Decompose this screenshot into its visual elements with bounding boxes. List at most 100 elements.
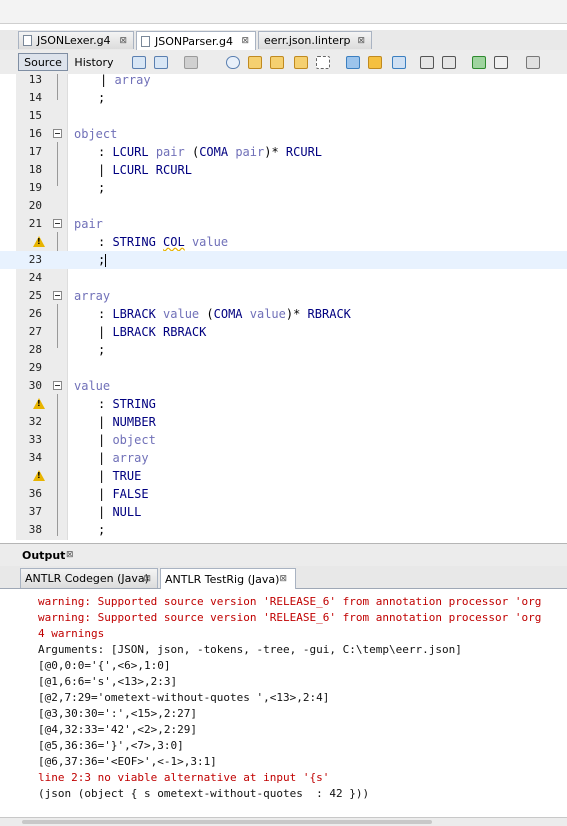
warning-icon[interactable] — [33, 398, 45, 409]
code-line: | TRUE — [0, 467, 567, 485]
tab-antlr-testrig[interactable]: ANTLR TestRig (Java) ⊠ — [160, 568, 296, 589]
code-text: | array — [100, 74, 151, 87]
rule-name: pair — [74, 217, 103, 231]
output-line: warning: Supported source version 'RELEA… — [38, 595, 542, 608]
fold-toggle-icon[interactable] — [53, 219, 62, 228]
output-line: [@6,37:36='<EOF>',<-1>,3:1] — [38, 755, 217, 768]
close-icon[interactable]: ⊠ — [279, 574, 287, 584]
source-button[interactable]: Source — [18, 53, 68, 71]
close-icon[interactable]: ⊠ — [241, 36, 249, 46]
code-line-current: 23 ; — [0, 251, 567, 269]
code-line: 32 | NUMBER — [0, 413, 567, 431]
code-line: 34 | array — [0, 449, 567, 467]
line-number: 33 — [28, 433, 42, 446]
code-text: : STRING COL value — [98, 235, 229, 249]
tab-label: JSONParser.g4 — [155, 34, 234, 48]
code-line: 37 | NULL — [0, 503, 567, 521]
warning-icon[interactable] — [33, 470, 45, 481]
line-number: 36 — [28, 487, 42, 500]
window-top-strip — [0, 0, 567, 24]
code-text: ; — [98, 523, 106, 537]
output-line: [@4,32:33='42',<2>,2:29] — [38, 723, 197, 736]
tab-eerr-json-linterp[interactable]: eerr.json.linterp ⊠ — [258, 31, 372, 49]
close-icon[interactable]: ⊠ — [357, 36, 365, 46]
code-line: 38 ; — [0, 521, 567, 539]
uncomment-icon[interactable] — [494, 56, 508, 69]
line-number: 27 — [28, 325, 42, 338]
tab-jsonparser[interactable]: JSONParser.g4 ⊠ — [136, 31, 256, 50]
code-text: | TRUE — [98, 469, 142, 483]
output-line: [@2,7:29='ometext-without-quotes ',<13>,… — [38, 691, 330, 704]
close-icon[interactable]: ⊠ — [119, 36, 127, 46]
line-number: 21 — [28, 217, 42, 230]
code-line: 36 | FALSE — [0, 485, 567, 503]
tab-label: ANTLR Codegen (Java) — [25, 572, 149, 585]
find-next-icon[interactable] — [270, 56, 284, 69]
code-line: : STRING — [0, 395, 567, 413]
close-icon[interactable]: ⊠ — [143, 574, 151, 584]
code-line: 28 ; — [0, 341, 567, 359]
code-line: 21 pair — [0, 215, 567, 233]
fold-toggle-icon[interactable] — [53, 129, 62, 138]
macro-icon[interactable] — [526, 56, 540, 69]
last-edit-icon[interactable] — [184, 56, 198, 69]
text-caret — [105, 254, 107, 267]
output-line: line 2:3 no viable alternative at input … — [38, 771, 330, 784]
warning-icon[interactable] — [33, 236, 45, 247]
code-line: 16 object — [0, 125, 567, 143]
prev-bookmark-icon[interactable] — [346, 56, 360, 69]
output-title[interactable]: Output — [22, 549, 65, 562]
code-text: | array — [98, 451, 149, 465]
code-line: 27 | LBRACK RBRACK — [0, 323, 567, 341]
tab-antlr-codegen[interactable]: ANTLR Codegen (Java) ⊠ — [20, 568, 158, 588]
line-number: 30 — [28, 379, 42, 392]
code-text: ; — [98, 91, 106, 105]
line-number: 19 — [28, 181, 42, 194]
code-text: | NULL — [98, 505, 142, 519]
toggle-highlight-icon[interactable] — [294, 56, 308, 69]
output-line: 4 warnings — [38, 627, 105, 640]
shift-left-icon[interactable] — [420, 56, 434, 69]
rule-name: object — [74, 127, 118, 141]
output-line: [@5,36:36='}',<7>,3:0] — [38, 739, 184, 752]
output-line: [@0,0:0='{',<6>,1:0] — [38, 659, 171, 672]
tab-jsonlexer[interactable]: JSONLexer.g4 ⊠ — [18, 31, 134, 49]
forward-icon[interactable] — [154, 56, 168, 69]
output-line: warning: Supported source version 'RELEA… — [38, 611, 542, 624]
select-icon[interactable] — [316, 56, 330, 69]
code-line: : STRING COL value — [0, 233, 567, 251]
output-line: Arguments: [JSON, json, -tokens, -tree, … — [38, 643, 462, 656]
shift-right-icon[interactable] — [442, 56, 456, 69]
code-text: : LCURL pair (COMA pair)* RCURL — [98, 145, 323, 159]
output-console[interactable]: warning: Supported source version 'RELEA… — [0, 589, 567, 817]
tab-label: ANTLR TestRig (Java) — [165, 572, 280, 586]
output-line: (json (object { s ometext-without-quotes… — [38, 787, 370, 800]
file-icon — [141, 35, 150, 47]
scrollbar-thumb[interactable] — [22, 820, 432, 824]
fold-toggle-icon[interactable] — [53, 381, 62, 390]
code-line: 25 array — [0, 287, 567, 305]
back-icon[interactable] — [132, 56, 146, 69]
tab-label: eerr.json.linterp — [264, 34, 351, 47]
history-button[interactable]: History — [70, 53, 118, 71]
find-prev-icon[interactable] — [248, 56, 262, 69]
fold-toggle-icon[interactable] — [53, 291, 62, 300]
next-bookmark-icon[interactable] — [368, 56, 382, 69]
close-icon[interactable]: ⊠ — [66, 550, 74, 560]
search-icon[interactable] — [226, 56, 240, 69]
line-number: 17 — [28, 145, 42, 158]
file-tab-bar: JSONLexer.g4 ⊠ JSONParser.g4 ⊠ eerr.json… — [0, 30, 567, 51]
code-text: : STRING — [98, 397, 156, 411]
code-text: | object — [98, 433, 156, 447]
line-number: 28 — [28, 343, 42, 356]
code-text: | NUMBER — [98, 415, 156, 429]
code-line: 29 — [0, 359, 567, 377]
line-number: 23 — [28, 253, 42, 266]
code-text: ; — [98, 181, 106, 195]
comment-icon[interactable] — [472, 56, 486, 69]
code-editor[interactable]: 13 | array 14 ; 15 16 object 17 : LCURL … — [0, 74, 567, 540]
code-line: 19 ; — [0, 179, 567, 197]
code-text: ; — [98, 253, 107, 267]
toggle-bookmark-icon[interactable] — [392, 56, 406, 69]
code-line: 13 | array — [0, 74, 567, 89]
